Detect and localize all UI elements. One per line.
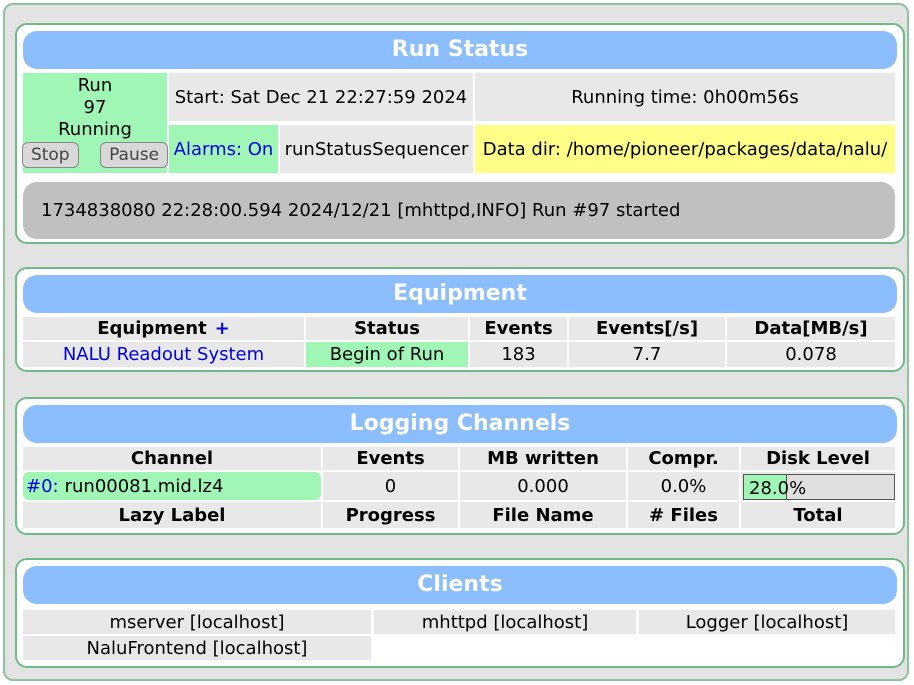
status-header: Status [306, 317, 468, 340]
run-status-title: Run Status [23, 31, 897, 69]
disk-level-bar: 28.0% [743, 474, 895, 500]
client-nalufrontend: NaluFrontend [localhost] [23, 636, 371, 660]
run-start-time: Start: Sat Dec 21 22:27:59 2024 [169, 73, 473, 121]
logging-channels-panel: Logging Channels Channel Events MB writt… [15, 397, 905, 535]
message-bar[interactable]: 1734838080 22:28:00.594 2024/12/21 [mhtt… [23, 182, 895, 239]
lazy-files-header: # Files [628, 502, 739, 528]
lazy-total-header: Total [741, 502, 895, 528]
run-status-panel: Run Status Run 97 Running Stop Pause Sta… [15, 23, 905, 244]
alarms-status-link[interactable]: Alarms: On [169, 125, 278, 173]
equipment-header: Equipment + [23, 317, 304, 340]
channel-events-header: Events [323, 447, 458, 470]
mb-written-header: MB written [460, 447, 626, 470]
channel-cell: #0: run00081.mid.lz4 [23, 472, 321, 500]
run-state: Running [58, 119, 132, 140]
run-label: Run [77, 75, 113, 96]
pause-button[interactable]: Pause [100, 142, 169, 168]
equipment-events: 183 [470, 342, 567, 367]
add-equipment-button[interactable]: + [215, 318, 230, 339]
compression-header: Compr. [628, 447, 739, 470]
lazy-progress-header: Progress [323, 502, 458, 528]
equipment-title: Equipment [23, 275, 897, 313]
running-time: Running time: 0h00m56s [475, 73, 895, 121]
lazy-file-name-header: File Name [460, 502, 626, 528]
equipment-panel: Equipment Equipment + Status Events Even… [15, 267, 905, 372]
disk-level-cell: 28.0% [741, 472, 895, 500]
equipment-event-rate: 7.7 [569, 342, 725, 367]
data-rate-header: Data[MB/s] [727, 317, 895, 340]
channel-file: run00081.mid.lz4 [64, 475, 224, 497]
disk-level-value: 28.0% [749, 478, 807, 499]
equipment-link-nalu[interactable]: NALU Readout System [23, 342, 304, 367]
event-rate-header: Events[/s] [569, 317, 725, 340]
client-mhttpd: mhttpd [localhost] [374, 610, 636, 634]
lazy-label-header: Lazy Label [23, 502, 321, 528]
client-mserver: mserver [localhost] [23, 610, 371, 634]
data-dir: Data dir: /home/pioneer/packages/data/na… [475, 125, 895, 173]
channel-compression: 0.0% [628, 472, 739, 500]
disk-level-header: Disk Level [741, 447, 895, 470]
equipment-status: Begin of Run [306, 342, 468, 367]
logging-channels-title: Logging Channels [23, 405, 897, 443]
client-logger: Logger [localhost] [639, 610, 895, 634]
clients-panel: Clients mserver [localhost] mhttpd [loca… [15, 558, 905, 668]
channel-header: Channel [23, 447, 321, 470]
run-state-cell: Run 97 Running Stop Pause [21, 73, 169, 173]
events-header: Events [470, 317, 567, 340]
equipment-data-rate: 0.078 [727, 342, 895, 367]
clients-title: Clients [23, 566, 897, 604]
run-number: 97 [83, 97, 107, 118]
channel-mb-written: 0.000 [460, 472, 626, 500]
channel-events: 0 [323, 472, 458, 500]
channel-link[interactable]: #0: [26, 476, 59, 497]
run-status-sequencer: runStatusSequencer [280, 125, 473, 173]
stop-button[interactable]: Stop [21, 142, 79, 168]
equipment-header-label: Equipment [97, 318, 207, 339]
status-page: Run Status Run 97 Running Stop Pause Sta… [3, 3, 909, 681]
